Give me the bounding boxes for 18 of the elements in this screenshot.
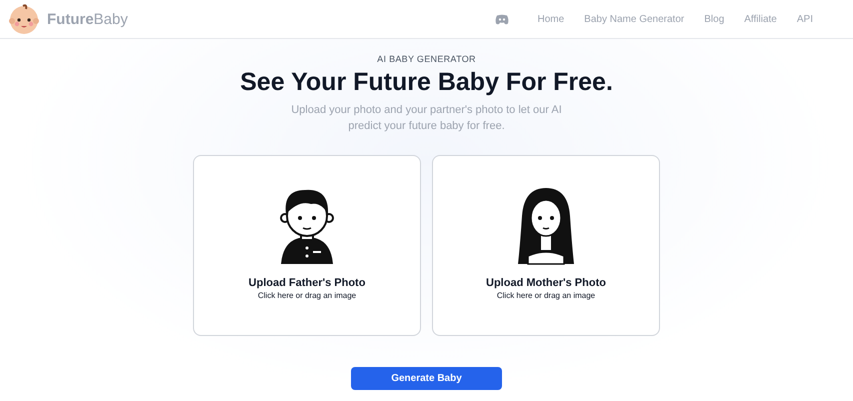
nav-link[interactable]: Home xyxy=(537,14,564,24)
site-logo[interactable]: FutureBaby xyxy=(47,10,128,28)
baby-face-logo-icon xyxy=(8,3,40,35)
nav-link[interactable]: Affiliate xyxy=(744,14,777,24)
page-subtitle: Upload your photo and your partner's photo to let our AI predict your future baby for free. xyxy=(290,103,563,134)
upload-title: Upload Father's Photo xyxy=(248,277,366,289)
upload-hint: Click here or drag an image xyxy=(496,291,596,300)
nav-link[interactable]: Baby Name Generator xyxy=(584,14,684,24)
section-eyebrow: AI BABY GENERATOR xyxy=(377,54,476,64)
page-title: See Your Future Baby For Free. xyxy=(240,68,613,97)
upload-title: Upload Mother's Photo xyxy=(486,277,606,289)
generate-button[interactable]: Generate Baby xyxy=(351,367,502,390)
upload-card[interactable]: Upload Father's Photo Click here or drag an image xyxy=(193,155,421,336)
upload-card[interactable]: Upload Mother's Photo Click here or drag an image xyxy=(432,155,660,336)
nav-link[interactable]: Blog xyxy=(704,14,724,24)
chat-controller-icon[interactable] xyxy=(495,14,510,24)
nav-link[interactable]: API xyxy=(796,14,813,24)
upload-hint: Click here or drag an image xyxy=(258,291,356,300)
